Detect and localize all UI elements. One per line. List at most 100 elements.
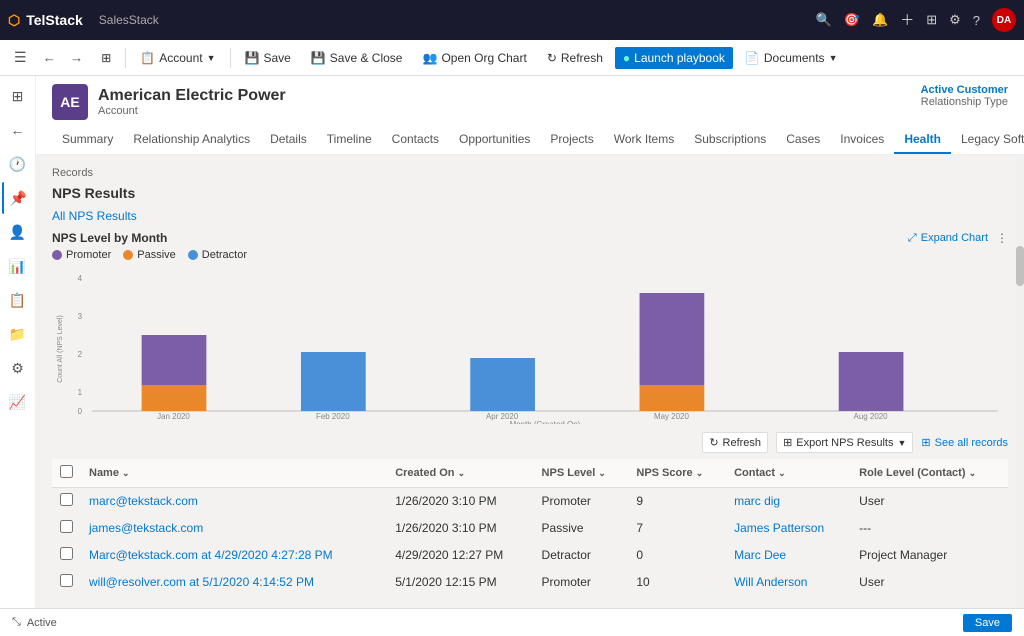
top-nav-actions: 🔍 🎯 🔔 ＋ ⊞ ⚙ ? DA — [816, 8, 1016, 32]
scrollbar-thumb[interactable] — [1016, 246, 1024, 286]
open-org-btn[interactable]: 👥 Open Org Chart — [414, 47, 534, 69]
first-page-btn[interactable]: « — [895, 602, 917, 608]
row-checkbox[interactable] — [60, 574, 73, 587]
svg-text:0: 0 — [78, 407, 83, 416]
contact-link[interactable]: marc dig — [734, 494, 780, 508]
sidebar-folder-icon[interactable]: 📁 — [2, 318, 34, 350]
next-page-btn[interactable]: › — [986, 602, 1008, 608]
sidebar-chart-icon[interactable]: 📊 — [2, 250, 34, 282]
tab-opportunities[interactable]: Opportunities — [449, 126, 540, 154]
tab-invoices[interactable]: Invoices — [830, 126, 894, 154]
separator2 — [230, 48, 231, 68]
sidebar-nav-icon[interactable]: ← — [2, 114, 34, 146]
td-contact: Marc Dee — [726, 542, 851, 569]
contact-link[interactable]: Marc Dee — [734, 548, 786, 562]
sidebar-person-icon[interactable]: 👤 — [2, 216, 34, 248]
settings-icon[interactable]: ⚙ — [949, 12, 961, 28]
th-role-level[interactable]: Role Level (Contact) ⌄ — [851, 459, 1008, 488]
org-icon: 👥 — [422, 51, 437, 65]
expand-icon: ⤢ — [908, 232, 917, 245]
row-checkbox[interactable] — [60, 493, 73, 506]
sidebar-home-icon[interactable]: ⊞ — [2, 80, 34, 112]
search-icon[interactable]: 🔍 — [816, 12, 832, 28]
legend-promoter: Promoter — [52, 249, 111, 261]
tab-details[interactable]: Details — [260, 126, 317, 154]
passive-dot — [123, 250, 133, 260]
chart-controls: ⤢ Expand Chart ⋮ — [908, 231, 1008, 245]
expand-chart-btn[interactable]: ⤢ Expand Chart — [908, 232, 988, 245]
contact-link[interactable]: Will Anderson — [734, 575, 807, 589]
svg-text:1: 1 — [78, 388, 83, 397]
tab-contacts[interactable]: Contacts — [382, 126, 449, 154]
contact-link[interactable]: James Patterson — [734, 521, 824, 535]
prev-page-btn[interactable]: ‹ — [921, 602, 943, 608]
row-checkbox[interactable] — [60, 520, 73, 533]
forward-btn[interactable]: → — [64, 46, 89, 69]
bar-jan-promoter — [142, 335, 207, 385]
tab-legacy-software[interactable]: Legacy Software — [951, 126, 1024, 154]
row-name-link[interactable]: marc@tekstack.com — [89, 494, 198, 508]
legend-detractor: Detractor — [188, 249, 247, 261]
td-nps-score: 10 — [628, 569, 726, 596]
refresh-nps-btn[interactable]: ↻ Refresh — [702, 432, 768, 453]
th-nps-score[interactable]: NPS Score ⌄ — [628, 459, 726, 488]
save-toolbar-btn[interactable]: 💾 Save — [237, 47, 299, 69]
tab-cases[interactable]: Cases — [776, 126, 830, 154]
help-icon[interactable]: ? — [973, 13, 980, 28]
grid-view-btn[interactable]: ⊞ — [93, 47, 119, 69]
td-nps-score: 0 — [628, 542, 726, 569]
row-name-link[interactable]: will@resolver.com at 5/1/2020 4:14:52 PM — [89, 575, 314, 589]
account-btn[interactable]: 📋 Account ▼ — [132, 47, 223, 69]
tab-summary[interactable]: Summary — [52, 126, 123, 154]
user-avatar[interactable]: DA — [992, 8, 1016, 32]
row-checkbox[interactable] — [60, 547, 73, 560]
bar-jan-passive — [142, 385, 207, 411]
back-btn[interactable]: ← — [37, 46, 62, 69]
tab-projects[interactable]: Projects — [540, 126, 603, 154]
filter-icon[interactable]: ⊞ — [926, 12, 937, 28]
row-name-link[interactable]: Marc@tekstack.com at 4/29/2020 4:27:28 P… — [89, 548, 333, 562]
th-contact[interactable]: Contact ⌄ — [726, 459, 851, 488]
scrollbar-track[interactable] — [1016, 155, 1024, 608]
pagination: « ‹ Page 1 › — [895, 602, 1008, 608]
nps-filter[interactable]: All NPS Results — [52, 209, 1008, 223]
tab-subscriptions[interactable]: Subscriptions — [684, 126, 776, 154]
logo-icon: ⬡ — [8, 12, 20, 29]
nps-table: Name ⌄ Created On ⌄ NPS Level ⌄ NPS Scor… — [52, 459, 1008, 596]
row-name-link[interactable]: james@tekstack.com — [89, 521, 203, 535]
target-icon[interactable]: 🎯 — [844, 12, 860, 28]
sidebar-settings-icon[interactable]: ⚙ — [2, 352, 34, 384]
tab-health[interactable]: Health — [894, 126, 951, 154]
th-name[interactable]: Name ⌄ — [81, 459, 387, 488]
promoter-dot — [52, 250, 62, 260]
tab-work-items[interactable]: Work Items — [604, 126, 684, 154]
save-close-btn[interactable]: 💾 Save & Close — [303, 47, 411, 69]
sidebar-trending-icon[interactable]: 📈 — [2, 386, 34, 418]
plus-icon[interactable]: ＋ — [900, 10, 914, 30]
export-nps-btn[interactable]: ⊞ Export NPS Results ▼ — [776, 432, 913, 453]
refresh-toolbar-btn[interactable]: ↻ Refresh — [539, 47, 611, 69]
account-header: AE American Electric Power Account Activ… — [36, 76, 1024, 155]
sidebar-bookmark-icon[interactable]: 📌 — [2, 182, 34, 214]
th-nps-level[interactable]: NPS Level ⌄ — [534, 459, 629, 488]
status-expand-icon[interactable]: ⤡ — [12, 616, 21, 629]
chevron-down-icon: ▼ — [207, 53, 216, 63]
documents-btn[interactable]: 📄 Documents ▼ — [737, 47, 846, 69]
tab-timeline[interactable]: Timeline — [317, 126, 382, 154]
launch-playbook-btn[interactable]: ● Launch playbook — [615, 47, 733, 69]
sidebar-list-icon[interactable]: 📋 — [2, 284, 34, 316]
see-all-records-btn[interactable]: ⊞ See all records — [921, 436, 1008, 449]
td-nps-level: Passive — [534, 515, 629, 542]
svg-text:3: 3 — [78, 312, 83, 321]
bell-icon[interactable]: 🔔 — [872, 12, 888, 28]
select-all-checkbox[interactable] — [60, 465, 73, 478]
table-controls: ↻ Refresh ⊞ Export NPS Results ▼ ⊞ See a… — [52, 432, 1008, 453]
status-save-btn[interactable]: Save — [963, 614, 1012, 632]
bar-may-passive — [640, 385, 705, 411]
status-left: ⤡ Active — [12, 616, 57, 629]
th-created-on[interactable]: Created On ⌄ — [387, 459, 533, 488]
hamburger-btn[interactable]: ☰ — [8, 45, 33, 70]
tab-relationship-analytics[interactable]: Relationship Analytics — [123, 126, 260, 154]
more-options-icon[interactable]: ⋮ — [996, 231, 1008, 245]
sidebar-recent-icon[interactable]: 🕐 — [2, 148, 34, 180]
